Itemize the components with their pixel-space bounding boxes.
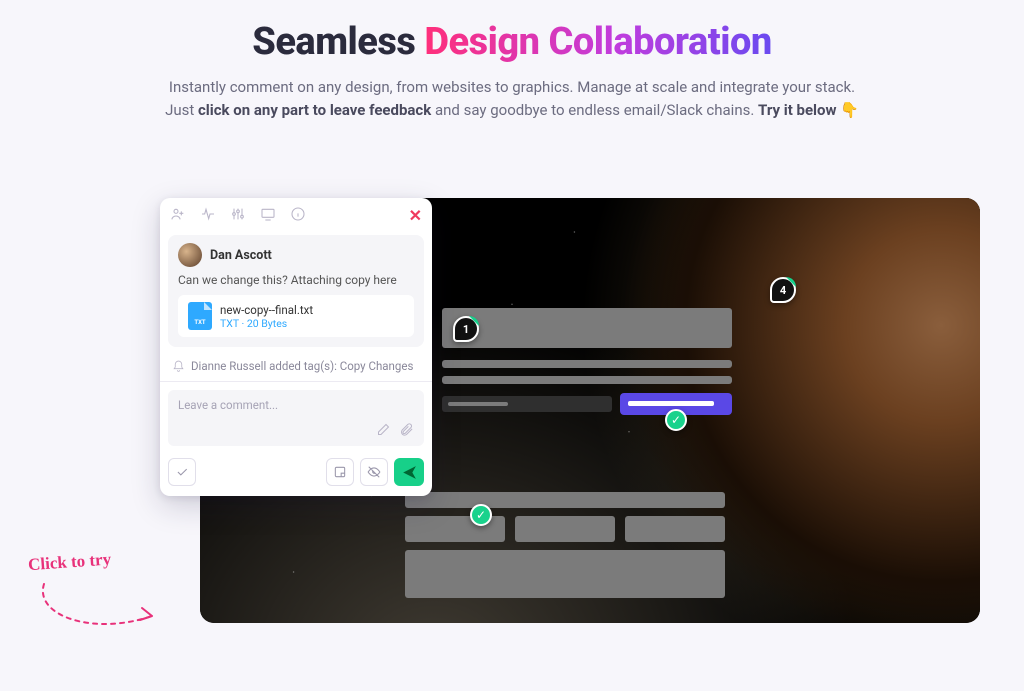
settings-sliders-icon[interactable] xyxy=(230,206,246,225)
comment-pin-4[interactable]: 4 xyxy=(770,277,796,303)
bell-icon xyxy=(172,360,185,373)
click-to-try-callout: Click to try xyxy=(28,550,178,640)
resolved-check-icon[interactable]: ✓ xyxy=(665,409,687,431)
screen-icon[interactable] xyxy=(260,206,276,225)
wire-text-line[interactable] xyxy=(442,376,732,384)
wire-card[interactable] xyxy=(625,516,725,542)
comment-input[interactable]: Leave a comment... xyxy=(168,390,424,446)
wire-text-line[interactable] xyxy=(442,360,732,368)
send-button[interactable] xyxy=(394,458,424,486)
attach-icon[interactable] xyxy=(399,422,414,440)
comment-author: Dan Ascott xyxy=(210,248,272,263)
wire-banner[interactable] xyxy=(405,550,725,598)
activity-text: Dianne Russell added tag(s): Copy Change… xyxy=(191,359,413,373)
wire-secondary-button[interactable] xyxy=(442,396,612,412)
hero-title-dark: Seamless xyxy=(252,20,424,64)
wire-header-block[interactable] xyxy=(442,308,732,348)
wire-card[interactable] xyxy=(515,516,615,542)
subtitle-line1: Instantly comment on any design, from we… xyxy=(169,78,855,96)
arrow-icon xyxy=(34,576,164,636)
activity-icon[interactable] xyxy=(200,206,216,225)
comment-panel: ✕ Dan Ascott Can we change this? Attachi… xyxy=(160,198,432,496)
hero-title-gradient: Design Collaboration xyxy=(424,20,771,64)
wire-strip[interactable] xyxy=(405,492,725,508)
resolve-checkbox[interactable] xyxy=(168,458,196,486)
assignee-icon[interactable] xyxy=(170,206,186,225)
comment-pin-1[interactable]: 1 xyxy=(453,316,479,342)
attachment-name: new-copy--final.txt xyxy=(220,303,313,317)
attachment-chip[interactable]: new-copy--final.txt TXT · 20 Bytes xyxy=(178,295,414,337)
visibility-off-icon[interactable] xyxy=(360,458,388,486)
edit-icon[interactable] xyxy=(376,422,391,440)
subtitle-prefix: Just xyxy=(165,101,198,119)
panel-toolbar: ✕ xyxy=(160,198,432,231)
panel-footer xyxy=(160,452,432,496)
hero-title: Seamless Design Collaboration xyxy=(0,20,1024,64)
avatar xyxy=(178,243,202,267)
subtitle-bold1: click on any part to leave feedback xyxy=(198,101,431,119)
subtitle-bold2: Try it below xyxy=(758,101,836,119)
hero-subtitle: Instantly comment on any design, from we… xyxy=(0,76,1024,123)
activity-log-row: Dianne Russell added tag(s): Copy Change… xyxy=(160,355,432,382)
close-icon[interactable]: ✕ xyxy=(409,208,422,224)
info-icon[interactable] xyxy=(290,206,306,225)
comment-thread: Dan Ascott Can we change this? Attaching… xyxy=(168,235,424,347)
resolved-check-icon[interactable]: ✓ xyxy=(470,504,492,526)
click-to-try-label: Click to try xyxy=(27,545,178,575)
attachment-meta: TXT · 20 Bytes xyxy=(220,317,313,330)
comment-text: Can we change this? Attaching copy here xyxy=(178,273,414,287)
file-txt-icon xyxy=(188,302,212,330)
comment-placeholder: Leave a comment... xyxy=(178,398,414,412)
subtitle-mid: and say goodbye to endless email/Slack c… xyxy=(431,101,758,119)
point-down-icon: 👇 xyxy=(840,99,859,122)
note-icon[interactable] xyxy=(326,458,354,486)
